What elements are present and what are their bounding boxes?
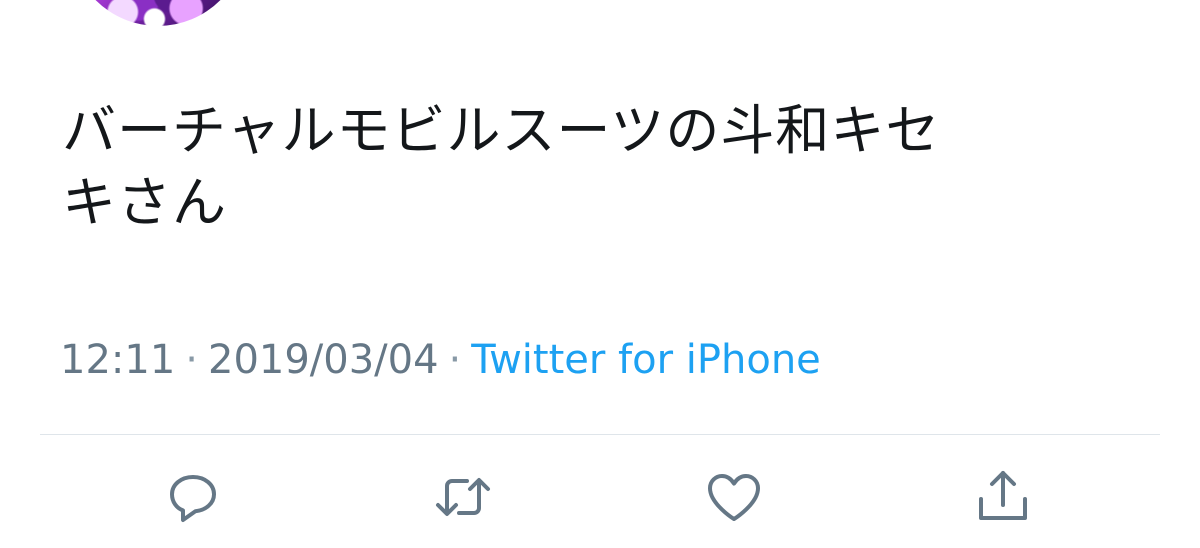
avatar[interactable]	[70, 0, 246, 26]
tweet-source-link[interactable]: Twitter for iPhone	[471, 337, 821, 383]
tweet-text-line2: キさん	[62, 171, 227, 234]
retweet-icon	[436, 478, 490, 516]
reply-icon	[170, 475, 216, 522]
tweet-meta: 12:11 · 2019/03/04 · Twitter for iPhone	[60, 336, 821, 384]
tweet-text: バーチャルモビルスーツの斗和キセ キさん	[62, 95, 1142, 239]
share-icon	[979, 471, 1027, 520]
meta-separator: ·	[185, 337, 198, 383]
divider	[40, 434, 1160, 435]
tweet-date: 2019/03/04	[208, 337, 439, 383]
tweet-text-line1: バーチャルモビルスーツの斗和キセ	[62, 99, 941, 162]
tweet-time: 12:11	[60, 337, 176, 383]
like-button[interactable]	[699, 462, 769, 532]
meta-separator: ·	[448, 337, 462, 383]
reply-button[interactable]	[158, 462, 228, 532]
action-bar	[0, 462, 1200, 532]
share-button[interactable]	[968, 462, 1038, 532]
heart-icon	[708, 474, 760, 521]
retweet-button[interactable]	[428, 462, 498, 532]
